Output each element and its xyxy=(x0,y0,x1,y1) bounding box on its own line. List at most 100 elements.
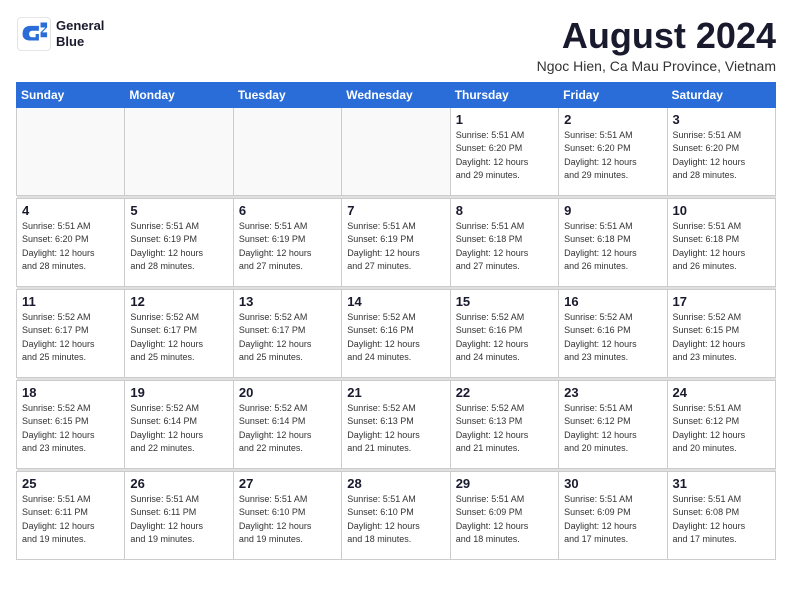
day-number: 10 xyxy=(673,203,770,218)
calendar-cell: 4Sunrise: 5:51 AM Sunset: 6:20 PM Daylig… xyxy=(17,198,125,286)
day-info: Sunrise: 5:52 AM Sunset: 6:15 PM Dayligh… xyxy=(22,402,119,456)
day-number: 14 xyxy=(347,294,444,309)
day-number: 20 xyxy=(239,385,336,400)
calendar-week-2: 4Sunrise: 5:51 AM Sunset: 6:20 PM Daylig… xyxy=(17,198,776,286)
day-number: 3 xyxy=(673,112,770,127)
calendar-cell xyxy=(233,107,341,195)
day-info: Sunrise: 5:52 AM Sunset: 6:13 PM Dayligh… xyxy=(456,402,553,456)
weekday-header-wednesday: Wednesday xyxy=(342,82,450,107)
calendar-week-1: 1 Sunrise: 5:51 AM Sunset: 6:20 PM Daylig… xyxy=(17,107,776,195)
calendar-cell: 15Sunrise: 5:52 AM Sunset: 6:16 PM Dayli… xyxy=(450,289,558,377)
calendar-cell: 1 Sunrise: 5:51 AM Sunset: 6:20 PM Daylig… xyxy=(450,107,558,195)
title-block: August 2024 Ngoc Hien, Ca Mau Province, … xyxy=(537,16,776,74)
day-number: 31 xyxy=(673,476,770,491)
calendar-cell: 17 Sunrise: 5:52 AM Sunset: 6:15 PM Dayli… xyxy=(667,289,775,377)
day-number: 11 xyxy=(22,294,119,309)
day-info: Sunrise: 5:51 AM Sunset: 6:18 PM Dayligh… xyxy=(673,220,770,274)
calendar-cell: 2Sunrise: 5:51 AM Sunset: 6:20 PM Daylig… xyxy=(559,107,667,195)
calendar-cell: 13Sunrise: 5:52 AM Sunset: 6:17 PM Dayli… xyxy=(233,289,341,377)
day-info: Sunrise: 5:51 AM Sunset: 6:20 PM Dayligh… xyxy=(456,129,553,183)
generalblue-logo-icon xyxy=(16,16,52,52)
calendar-cell xyxy=(125,107,233,195)
day-info: Sunrise: 5:52 AM Sunset: 6:16 PM Dayligh… xyxy=(564,311,661,365)
calendar-cell: 29 Sunrise: 5:51 AM Sunset: 6:09 PM Dayli… xyxy=(450,471,558,559)
day-info: Sunrise: 5:51 AM Sunset: 6:19 PM Dayligh… xyxy=(347,220,444,274)
day-number: 30 xyxy=(564,476,661,491)
day-info: Sunrise: 5:51 AM Sunset: 6:10 PM Dayligh… xyxy=(347,493,444,547)
day-info: Sunrise: 5:51 AM Sunset: 6:10 PM Dayligh… xyxy=(239,493,336,547)
day-info: Sunrise: 5:52 AM Sunset: 6:14 PM Dayligh… xyxy=(239,402,336,456)
day-info: Sunrise: 5:51 AM Sunset: 6:20 PM Dayligh… xyxy=(673,129,770,183)
calendar-week-3: 11 Sunrise: 5:52 AM Sunset: 6:17 PM Dayli… xyxy=(17,289,776,377)
day-info: Sunrise: 5:52 AM Sunset: 6:14 PM Dayligh… xyxy=(130,402,227,456)
calendar-cell: 26 Sunrise: 5:51 AM Sunset: 6:11 PM Dayli… xyxy=(125,471,233,559)
page-header: General Blue August 2024 Ngoc Hien, Ca M… xyxy=(16,16,776,74)
calendar-cell: 30Sunrise: 5:51 AM Sunset: 6:09 PM Dayli… xyxy=(559,471,667,559)
day-info: Sunrise: 5:51 AM Sunset: 6:11 PM Dayligh… xyxy=(22,493,119,547)
day-number: 24 xyxy=(673,385,770,400)
day-info: Sunrise: 5:51 AM Sunset: 6:20 PM Dayligh… xyxy=(22,220,119,274)
logo-text: General Blue xyxy=(56,18,104,49)
month-title: August 2024 xyxy=(537,16,776,56)
day-info: Sunrise: 5:51 AM Sunset: 6:18 PM Dayligh… xyxy=(564,220,661,274)
day-number: 25 xyxy=(22,476,119,491)
weekday-header-monday: Monday xyxy=(125,82,233,107)
day-number: 26 xyxy=(130,476,227,491)
day-number: 28 xyxy=(347,476,444,491)
day-info: Sunrise: 5:51 AM Sunset: 6:20 PM Dayligh… xyxy=(564,129,661,183)
calendar-cell xyxy=(17,107,125,195)
calendar-cell: 21 Sunrise: 5:52 AM Sunset: 6:13 PM Dayli… xyxy=(342,380,450,468)
calendar-week-5: 25 Sunrise: 5:51 AM Sunset: 6:11 PM Dayli… xyxy=(17,471,776,559)
calendar-cell: 8 Sunrise: 5:51 AM Sunset: 6:18 PM Daylig… xyxy=(450,198,558,286)
day-number: 7 xyxy=(347,203,444,218)
day-info: Sunrise: 5:51 AM Sunset: 6:18 PM Dayligh… xyxy=(456,220,553,274)
day-info: Sunrise: 5:51 AM Sunset: 6:11 PM Dayligh… xyxy=(130,493,227,547)
calendar-cell: 9Sunrise: 5:51 AM Sunset: 6:18 PM Daylig… xyxy=(559,198,667,286)
day-number: 16 xyxy=(564,294,661,309)
calendar-cell: 11Sunrise: 5:52 AM Sunset: 6:17 PM Dayli… xyxy=(17,289,125,377)
day-number: 15 xyxy=(456,294,553,309)
calendar-cell: 7 Sunrise: 5:51 AM Sunset: 6:19 PM Daylig… xyxy=(342,198,450,286)
calendar-cell: 22 Sunrise: 5:52 AM Sunset: 6:13 PM Dayli… xyxy=(450,380,558,468)
day-number: 6 xyxy=(239,203,336,218)
calendar-cell: 28 Sunrise: 5:51 AM Sunset: 6:10 PM Dayli… xyxy=(342,471,450,559)
day-info: Sunrise: 5:51 AM Sunset: 6:09 PM Dayligh… xyxy=(456,493,553,547)
day-number: 8 xyxy=(456,203,553,218)
day-number: 23 xyxy=(564,385,661,400)
calendar-cell: 18 Sunrise: 5:52 AM Sunset: 6:15 PM Dayli… xyxy=(17,380,125,468)
day-number: 18 xyxy=(22,385,119,400)
calendar-table: SundayMondayTuesdayWednesdayThursdayFrid… xyxy=(16,82,776,560)
day-info: Sunrise: 5:51 AM Sunset: 6:12 PM Dayligh… xyxy=(673,402,770,456)
calendar-cell: 3 Sunrise: 5:51 AM Sunset: 6:20 PM Daylig… xyxy=(667,107,775,195)
weekday-header-tuesday: Tuesday xyxy=(233,82,341,107)
calendar-cell: 10 Sunrise: 5:51 AM Sunset: 6:18 PM Dayli… xyxy=(667,198,775,286)
day-info: Sunrise: 5:52 AM Sunset: 6:17 PM Dayligh… xyxy=(239,311,336,365)
day-info: Sunrise: 5:52 AM Sunset: 6:15 PM Dayligh… xyxy=(673,311,770,365)
day-number: 5 xyxy=(130,203,227,218)
day-info: Sunrise: 5:52 AM Sunset: 6:17 PM Dayligh… xyxy=(130,311,227,365)
weekday-header-thursday: Thursday xyxy=(450,82,558,107)
day-number: 19 xyxy=(130,385,227,400)
calendar-cell: 19 Sunrise: 5:52 AM Sunset: 6:14 PM Dayli… xyxy=(125,380,233,468)
day-info: Sunrise: 5:52 AM Sunset: 6:16 PM Dayligh… xyxy=(347,311,444,365)
day-number: 21 xyxy=(347,385,444,400)
day-number: 27 xyxy=(239,476,336,491)
calendar-cell: 25 Sunrise: 5:51 AM Sunset: 6:11 PM Dayli… xyxy=(17,471,125,559)
day-info: Sunrise: 5:51 AM Sunset: 6:12 PM Dayligh… xyxy=(564,402,661,456)
calendar-cell: 24 Sunrise: 5:51 AM Sunset: 6:12 PM Dayli… xyxy=(667,380,775,468)
calendar-cell: 6Sunrise: 5:51 AM Sunset: 6:19 PM Daylig… xyxy=(233,198,341,286)
calendar-cell: 16 Sunrise: 5:52 AM Sunset: 6:16 PM Dayli… xyxy=(559,289,667,377)
day-number: 29 xyxy=(456,476,553,491)
calendar-cell: 5 Sunrise: 5:51 AM Sunset: 6:19 PM Daylig… xyxy=(125,198,233,286)
day-info: Sunrise: 5:51 AM Sunset: 6:19 PM Dayligh… xyxy=(130,220,227,274)
day-number: 17 xyxy=(673,294,770,309)
calendar-cell: 27 Sunrise: 5:51 AM Sunset: 6:10 PM Dayli… xyxy=(233,471,341,559)
day-number: 1 xyxy=(456,112,553,127)
logo: General Blue xyxy=(16,16,104,52)
weekday-header-row: SundayMondayTuesdayWednesdayThursdayFrid… xyxy=(17,82,776,107)
calendar-cell: 20 Sunrise: 5:52 AM Sunset: 6:14 PM Dayli… xyxy=(233,380,341,468)
calendar-cell: 12Sunrise: 5:52 AM Sunset: 6:17 PM Dayli… xyxy=(125,289,233,377)
day-info: Sunrise: 5:52 AM Sunset: 6:13 PM Dayligh… xyxy=(347,402,444,456)
day-info: Sunrise: 5:51 AM Sunset: 6:08 PM Dayligh… xyxy=(673,493,770,547)
day-number: 22 xyxy=(456,385,553,400)
